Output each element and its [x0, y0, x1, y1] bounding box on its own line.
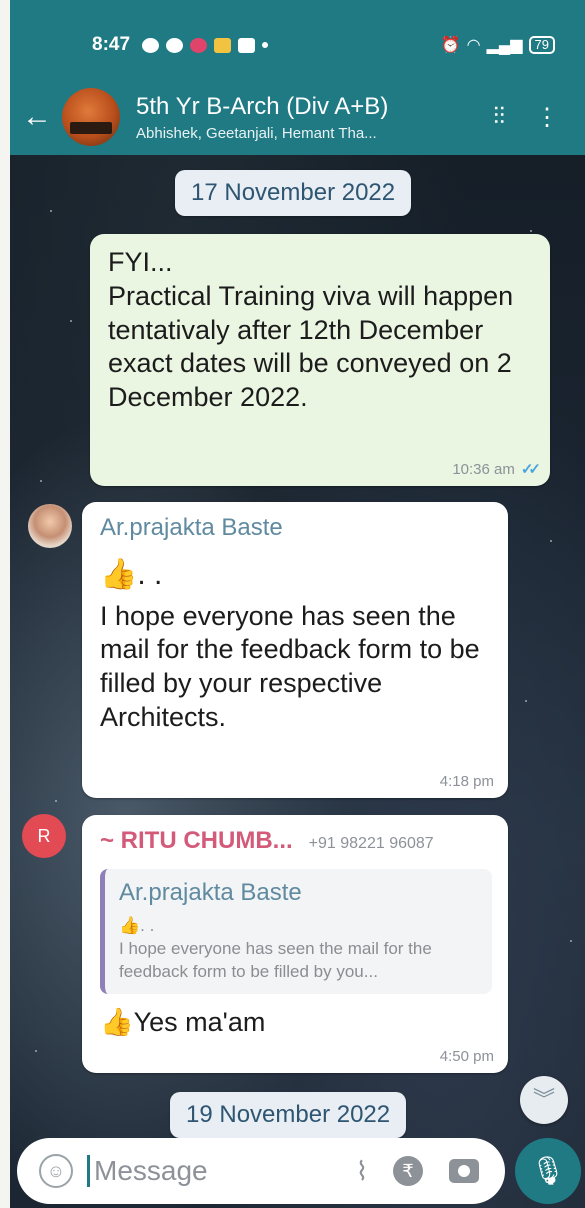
rupee-icon[interactable]: ₹	[393, 1156, 423, 1186]
message-text: I hope everyone has seen the mail for th…	[100, 600, 480, 732]
sender-phone: +91 98221 96087	[308, 835, 434, 852]
message-meta: 10:36 am ✓✓	[452, 460, 541, 479]
chat-notification-icon	[142, 37, 160, 53]
quoted-emoji: 👍. .	[119, 916, 155, 935]
quoted-text: I hope everyone has seen the mail for th…	[119, 938, 432, 981]
message-time: 4:50 pm	[439, 1048, 494, 1065]
emoji-icon[interactable]: ☺	[39, 1154, 73, 1188]
outgoing-message[interactable]: FYI... Practical Training viva will happ…	[90, 234, 550, 486]
date-chip: 17 November 2022	[175, 170, 412, 216]
avatar[interactable]	[28, 504, 72, 548]
app-notification-icon	[190, 37, 208, 53]
sender-display-name: ~ RITU CHUMB...	[100, 827, 293, 854]
more-vert-icon[interactable]: ⋮	[523, 103, 571, 132]
chat-title-block[interactable]: 5th Yr B-Arch (Div A+B) Abhishek, Geetan…	[136, 93, 475, 142]
avatar[interactable]: R	[22, 814, 66, 858]
group-members: Abhishek, Geetanjali, Hemant Tha...	[136, 124, 377, 142]
back-arrow-icon[interactable]: ←	[22, 100, 62, 134]
message-meta: 4:50 pm	[440, 1048, 494, 1065]
more-notifications-icon	[262, 42, 269, 48]
incoming-message[interactable]: Ar.prajakta Baste 👍. . I hope everyone h…	[82, 502, 508, 798]
chevron-double-down-icon[interactable]: ︾	[520, 1076, 568, 1124]
message-input[interactable]	[87, 1155, 287, 1187]
message-composer: ☺ ⌇ ₹	[17, 1138, 505, 1204]
voice-call-icon[interactable]: ⫶⫶	[475, 103, 523, 131]
incoming-message[interactable]: ~ RITU CHUMB... +91 98221 96087 Ar.prajak…	[82, 815, 508, 1073]
app-notification-icon	[214, 37, 232, 53]
app-notification-icon	[166, 37, 184, 53]
group-avatar[interactable]	[62, 88, 120, 146]
message-text: 👍Yes ma'am	[100, 1006, 266, 1037]
group-name: 5th Yr B-Arch (Div A+B)	[136, 92, 389, 120]
camera-icon[interactable]	[449, 1159, 479, 1183]
quoted-message[interactable]: Ar.prajakta Baste 👍. . I hope everyone h…	[100, 869, 492, 994]
signal-icon: ▂▄▆	[486, 37, 523, 54]
sender-name[interactable]: Ar.prajakta Baste	[100, 514, 492, 542]
read-ticks-icon: ✓✓	[520, 461, 541, 478]
notification-icons	[142, 37, 269, 53]
battery-icon: 79	[528, 36, 555, 54]
message-time: 4:18 pm	[439, 773, 494, 790]
quoted-sender: Ar.prajakta Baste	[119, 879, 302, 906]
wifi-icon: ◠	[466, 37, 481, 54]
app-header: 8:47 ⏰ ◠ ▂▄▆ 79 ← 5th Yr B-Arch (Div A+B…	[10, 0, 585, 155]
message-meta: 4:18 pm	[440, 773, 494, 790]
phone-screen: 8:47 ⏰ ◠ ▂▄▆ 79 ← 5th Yr B-Arch (Div A+B…	[10, 0, 585, 1208]
paperclip-icon[interactable]: ⌇	[339, 1156, 385, 1187]
thumbs-up-emoji: 👍. .	[100, 558, 163, 591]
date-chip: 19 November 2022	[170, 1092, 407, 1138]
message-text: FYI... Practical Training viva will happ…	[108, 247, 514, 412]
system-icons: ⏰ ◠ ▂▄▆ 79	[441, 35, 555, 55]
gallery-notification-icon	[238, 37, 256, 53]
chat-header[interactable]: ← 5th Yr B-Arch (Div A+B) Abhishek, Geet…	[10, 82, 585, 152]
status-bar: 8:47 ⏰ ◠ ▂▄▆ 79	[92, 30, 555, 60]
alarm-icon: ⏰	[440, 37, 461, 54]
mic-icon[interactable]: 🎙	[515, 1138, 581, 1204]
message-time: 10:36 am	[452, 460, 515, 478]
sender-name[interactable]: ~ RITU CHUMB... +91 98221 96087	[100, 827, 492, 855]
status-time: 8:47	[92, 34, 131, 55]
